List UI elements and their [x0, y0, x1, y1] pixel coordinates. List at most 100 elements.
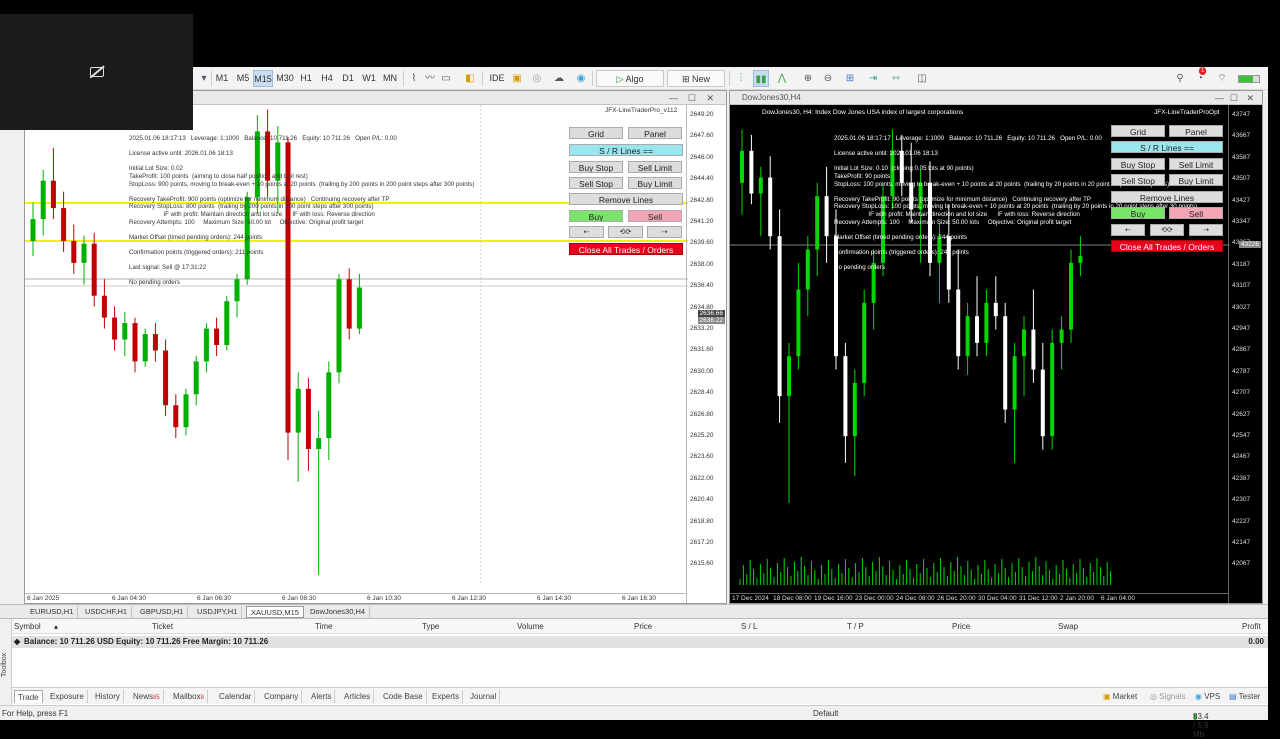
sell-limit-button[interactable]: Sell Limit — [1169, 158, 1223, 170]
chart-window-xauusd[interactable]: — ☐ ✕ JFX-LineTraderPro_v112 2025.01.06 … — [24, 90, 727, 604]
tab-signals[interactable]: ◎ Signals — [1147, 690, 1188, 703]
zoom-in-icon[interactable]: ⊕ — [800, 70, 816, 87]
close-icon[interactable]: ✕ — [706, 91, 714, 105]
arrow-right-button[interactable]: ⇢ — [1189, 224, 1223, 236]
template-icon[interactable]: ▭ — [438, 70, 454, 87]
chart-shift-icon[interactable]: ⇿ — [888, 70, 904, 87]
buy-limit-button[interactable]: Buy Limit — [628, 177, 682, 189]
col-type[interactable]: Type — [422, 622, 439, 631]
grid-button[interactable]: Grid — [569, 127, 623, 139]
col-volume[interactable]: Volume — [517, 622, 544, 631]
close-icon[interactable]: ✕ — [1246, 91, 1254, 105]
balance-row[interactable]: ◆ Balance: 10 711.26 USD Equity: 10 711.… — [12, 636, 1268, 648]
sell-button[interactable]: Sell — [628, 210, 682, 222]
objects-icon[interactable]: ◧ — [462, 70, 478, 87]
tf-h4[interactable]: H4 — [317, 70, 337, 87]
zoom-out-icon[interactable]: ⊖ — [820, 70, 836, 87]
cloud-icon[interactable]: ☁ — [551, 70, 567, 87]
maximize-icon[interactable]: ☐ — [688, 91, 696, 105]
price-scale[interactable]: 4374743667435874350743427433474326743187… — [1228, 105, 1262, 603]
arrow-left-button[interactable]: ⇠ — [569, 226, 604, 238]
grid-button[interactable]: Grid — [1111, 125, 1165, 137]
search-icon[interactable]: ⚲ — [1172, 70, 1188, 87]
col-tp[interactable]: T / P — [847, 622, 864, 631]
tab-journal[interactable]: Journal — [467, 690, 501, 703]
chain-button[interactable]: ⟲⟳ — [1150, 224, 1184, 236]
buy-button[interactable]: Buy — [569, 210, 623, 222]
remove-lines-button[interactable]: Remove Lines — [569, 193, 683, 205]
tf-h1[interactable]: H1 — [296, 70, 316, 87]
col-ticket[interactable]: Ticket — [152, 622, 173, 631]
tf-mn[interactable]: MN — [380, 70, 400, 87]
signal-icon[interactable]: ◎ — [529, 70, 545, 87]
chart-tab-usdchf[interactable]: USDCHF,H1 — [81, 606, 133, 618]
tf-m15[interactable]: M15 — [253, 70, 273, 87]
sell-stop-button[interactable]: Sell Stop — [1111, 174, 1165, 186]
buy-stop-button[interactable]: Buy Stop — [569, 161, 623, 173]
toolbox-side-strip[interactable]: Toolbox — [0, 619, 12, 706]
lock-icon[interactable]: ▣ — [509, 70, 525, 87]
time-scale[interactable]: 17 Dec 2024 18 Dec 08:00 19 Dec 16:00 23 De… — [730, 593, 1228, 603]
bar-chart-icon[interactable]: ⫶ — [733, 70, 749, 87]
autoscroll-icon[interactable]: ⇥ — [865, 70, 881, 87]
chart-type-icon[interactable]: ⌇ — [406, 70, 422, 87]
col-price-current[interactable]: Price — [952, 622, 970, 631]
chart-tab-dowjones[interactable]: DowJones30,H4 — [306, 606, 371, 618]
remove-lines-button[interactable]: Remove Lines — [1111, 191, 1223, 203]
line-chart-icon[interactable]: ⋀ — [774, 70, 790, 87]
tf-w1[interactable]: W1 — [359, 70, 379, 87]
tf-m5[interactable]: M5 — [233, 70, 253, 87]
maximize-icon[interactable]: ☐ — [1230, 91, 1238, 105]
chart-window-dowjones[interactable]: DowJones30,H4 — ☐ ✕ DowJones30, H4: Inde… — [729, 90, 1263, 604]
indicator-line-icon[interactable]: 〰 — [422, 70, 438, 87]
screenshot-icon[interactable]: ◫ — [914, 70, 930, 87]
sr-lines-button[interactable]: S / R Lines == — [1111, 141, 1223, 153]
arrow-right-button[interactable]: ⇢ — [647, 226, 682, 238]
tab-tester[interactable]: ▤ Tester — [1226, 690, 1263, 703]
tab-exposure[interactable]: Exposure — [47, 690, 88, 703]
tf-d1[interactable]: D1 — [338, 70, 358, 87]
minimize-icon[interactable]: — — [669, 91, 678, 105]
tab-market[interactable]: ▣ Market — [1100, 690, 1140, 703]
close-all-button[interactable]: Close All Trades / Orders — [569, 243, 683, 255]
notifications-icon[interactable]: ◔ 1 — [1192, 67, 1208, 87]
close-all-button[interactable]: Close All Trades / Orders — [1111, 240, 1223, 252]
dropdown-arrow-icon[interactable]: ▾ — [196, 70, 212, 87]
tf-m1[interactable]: M1 — [212, 70, 232, 87]
tab-calendar[interactable]: Calendar — [216, 690, 256, 703]
tab-vps[interactable]: ◉ VPS — [1192, 690, 1223, 703]
profile-name[interactable]: Default — [813, 709, 838, 718]
sell-limit-button[interactable]: Sell Limit — [628, 161, 682, 173]
tab-trade[interactable]: Trade — [14, 690, 43, 703]
buy-stop-button[interactable]: Buy Stop — [1111, 158, 1165, 170]
tab-mailbox[interactable]: Mailbox8 — [170, 690, 208, 703]
tab-news[interactable]: News85 — [130, 690, 164, 703]
col-sl[interactable]: S / L — [741, 622, 757, 631]
candles-icon[interactable]: ▮▮ — [753, 70, 769, 87]
tab-company[interactable]: Company — [261, 690, 303, 703]
chart-tab-eurusd[interactable]: EURUSD,H1 — [26, 606, 79, 618]
price-scale[interactable]: 2649.20 2647.60 2646.00 2644.40 2642.80 2641.… — [686, 105, 726, 603]
tab-alerts[interactable]: Alerts — [308, 690, 336, 703]
panel-button[interactable]: Panel — [1169, 125, 1223, 137]
new-order-button[interactable]: ⊞ New Order — [667, 70, 725, 101]
algo-trading-button[interactable]: ▷ Algo Trading — [596, 70, 664, 101]
sell-button[interactable]: Sell — [1169, 207, 1223, 219]
tab-articles[interactable]: Articles — [341, 690, 375, 703]
panel-button[interactable]: Panel — [628, 127, 682, 139]
tab-history[interactable]: History — [92, 690, 124, 703]
col-price[interactable]: Price — [634, 622, 652, 631]
chart-tab-usdjpy[interactable]: USDJPY,H1 — [193, 606, 243, 618]
col-profit[interactable]: Profit — [1242, 622, 1261, 631]
buy-limit-button[interactable]: Buy Limit — [1169, 174, 1223, 186]
time-scale[interactable]: 6 Jan 2025 6 Jan 04:30 6 Jan 06:30 6 Jan 08… — [25, 593, 686, 603]
ide-button[interactable]: IDE — [486, 70, 508, 87]
arrow-left-button[interactable]: ⇠ — [1111, 224, 1145, 236]
grid-icon[interactable]: ⊞ — [842, 70, 858, 87]
sell-stop-button[interactable]: Sell Stop — [569, 177, 623, 189]
buy-button[interactable]: Buy — [1111, 207, 1165, 219]
col-swap[interactable]: Swap — [1058, 622, 1078, 631]
chain-button[interactable]: ⟲⟳ — [608, 226, 643, 238]
sr-lines-button[interactable]: S / R Lines == — [569, 144, 683, 156]
chart-tab-gbpusd[interactable]: GBPUSD,H1 — [136, 606, 189, 618]
